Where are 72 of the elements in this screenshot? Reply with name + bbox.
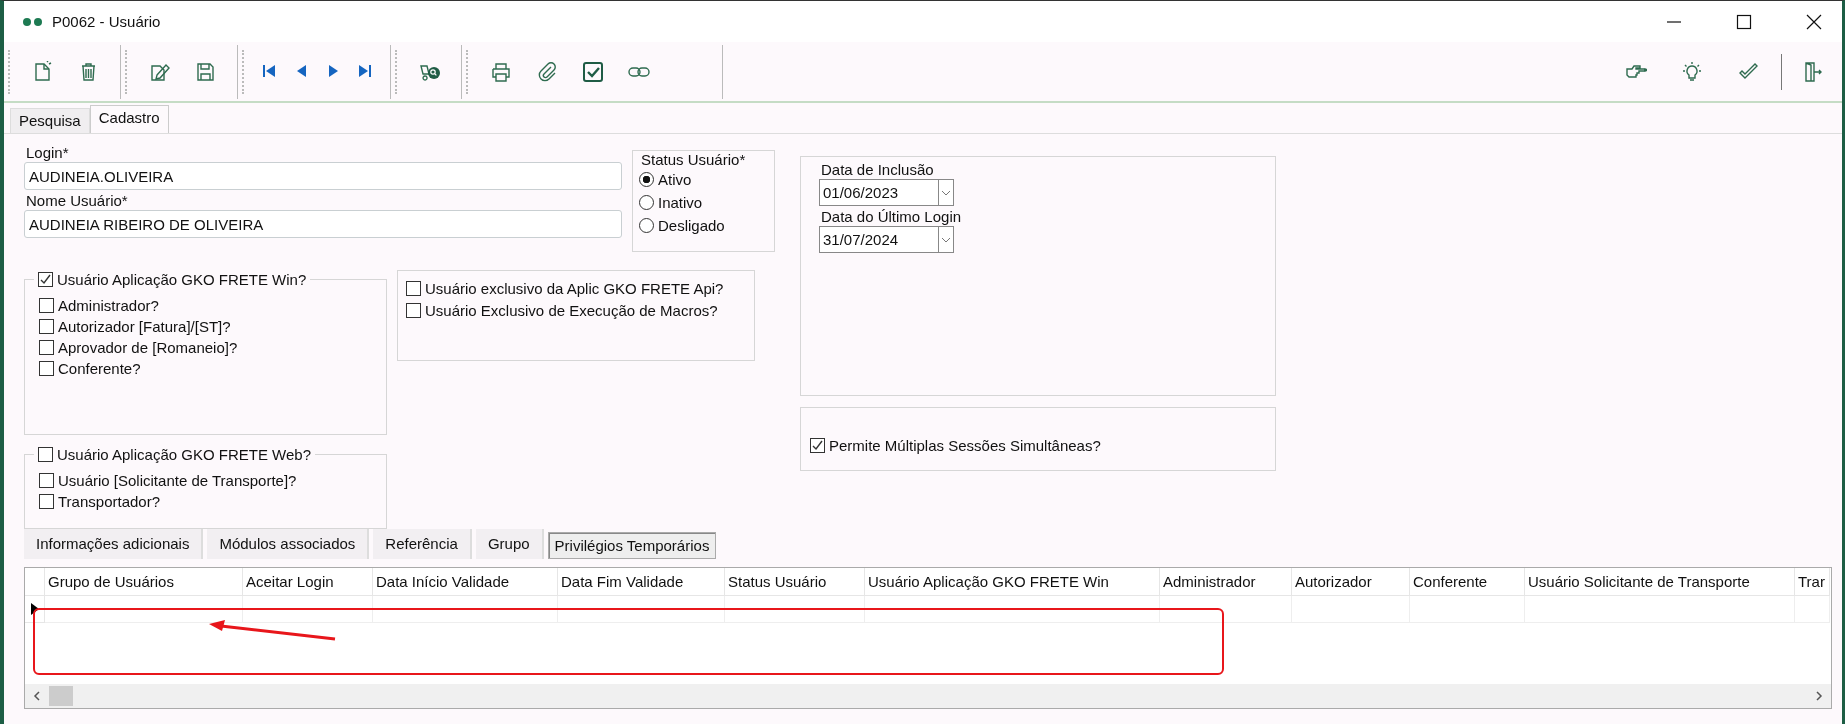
checkmark-icon: [812, 440, 823, 451]
field-label: Data do Último Login: [821, 208, 963, 225]
window-title: P0062 - Usuário: [52, 13, 161, 30]
checkbox-label: Usuário [Solicitante de Transporte]?: [58, 472, 297, 489]
column-header: Data Fim Validade: [558, 568, 725, 596]
chevron-right-icon[interactable]: [1813, 690, 1825, 702]
checkbox[interactable]: [39, 494, 54, 509]
field-label: Data de Inclusão: [821, 161, 935, 178]
radio-button[interactable]: [639, 195, 654, 210]
chevron-down-icon[interactable]: [941, 188, 951, 197]
checkbox-label: Aprovador de [Romaneio]?: [58, 339, 238, 356]
checkbox-label: Transportador?: [58, 493, 160, 510]
checkbox[interactable]: [38, 271, 53, 287]
checkbox[interactable]: [406, 302, 421, 318]
tab[interactable]: Grupo: [475, 529, 544, 559]
checkbox[interactable]: [39, 473, 54, 488]
checkbox[interactable]: [39, 298, 54, 313]
app-logo-icon: [22, 16, 44, 27]
checkbox[interactable]: [39, 361, 54, 376]
checkbox-label: Permite Múltiplas Sessões Simultâneas?: [829, 437, 1101, 454]
checkmark-icon: [40, 273, 51, 285]
checkbox-label: Usuário Exclusivo de Execução de Macros?: [425, 301, 718, 319]
column-header: Trar: [1795, 568, 1830, 596]
tab[interactable]: Módulos associados: [207, 529, 370, 559]
checkbox-label: Usuário Aplicação GKO FRETE Web?: [57, 445, 311, 463]
checkbox[interactable]: [39, 340, 54, 355]
checkbox[interactable]: [39, 319, 54, 334]
column-header: Administrador: [1160, 568, 1292, 596]
tab[interactable]: Referência: [373, 529, 472, 559]
column-header: Usuário Aplicação GKO FRETE Win: [865, 568, 1160, 596]
checkbox[interactable]: [810, 438, 825, 453]
column-header: Status Usuário: [725, 568, 865, 596]
horizontal-scrollbar[interactable]: [25, 684, 1831, 708]
column-header: Grupo de Usuários: [45, 568, 243, 596]
date-picker[interactable]: 31/07/2024: [819, 226, 954, 253]
scrollbar-thumb[interactable]: [49, 686, 73, 706]
name-field[interactable]: AUDINEIA RIBEIRO DE OLIVEIRA: [24, 210, 622, 238]
option-label: Ativo: [658, 171, 692, 188]
radio-button[interactable]: [639, 172, 654, 187]
tab[interactable]: Pesquisa: [10, 108, 90, 133]
radio-button[interactable]: [639, 218, 654, 233]
login-field[interactable]: AUDINEIA.OLIVEIRA: [24, 162, 622, 190]
option-label: Desligado: [658, 217, 725, 234]
checkbox[interactable]: [406, 280, 421, 296]
chevron-down-icon[interactable]: [941, 235, 951, 244]
column-header: Data Início Validade: [373, 568, 558, 596]
close-icon[interactable]: [1806, 13, 1822, 30]
checkbox-label: Conferente?: [58, 360, 141, 377]
field-label: Nome Usuário*: [26, 192, 129, 209]
new-document-icon[interactable]: [32, 60, 54, 83]
column-header: Usuário Solicitante de Transporte: [1525, 568, 1795, 596]
column-header: Aceitar Login: [243, 568, 373, 596]
checkbox-label: Autorizador [Fatura]/[ST]?: [58, 318, 231, 335]
chevron-left-icon[interactable]: [31, 690, 43, 702]
field-label: Login*: [26, 144, 70, 161]
checkbox-label: Usuário exclusivo da Aplic GKO FRETE Api?: [425, 279, 724, 297]
checkbox[interactable]: [38, 446, 53, 462]
date-picker[interactable]: 01/06/2023: [819, 179, 954, 206]
table-cell: [1795, 596, 1830, 623]
column-header: Conferente: [1410, 568, 1525, 596]
option-label: Inativo: [658, 194, 703, 211]
check-box-icon[interactable]: [582, 60, 604, 83]
printer-icon[interactable]: [490, 60, 512, 83]
column-header: Autorizador: [1292, 568, 1410, 596]
checkbox-label: Administrador?: [58, 297, 159, 314]
tab[interactable]: Privilégios Temporários: [547, 532, 717, 559]
group-title: Status Usuário*: [639, 151, 748, 168]
maximize-icon[interactable]: [1736, 13, 1752, 30]
tab[interactable]: Cadastro: [89, 105, 169, 133]
checkbox-label: Usuário Aplicação GKO FRETE Win?: [57, 270, 307, 288]
paperclip-icon[interactable]: [536, 60, 558, 83]
tab[interactable]: Informações adicionais: [24, 529, 204, 559]
